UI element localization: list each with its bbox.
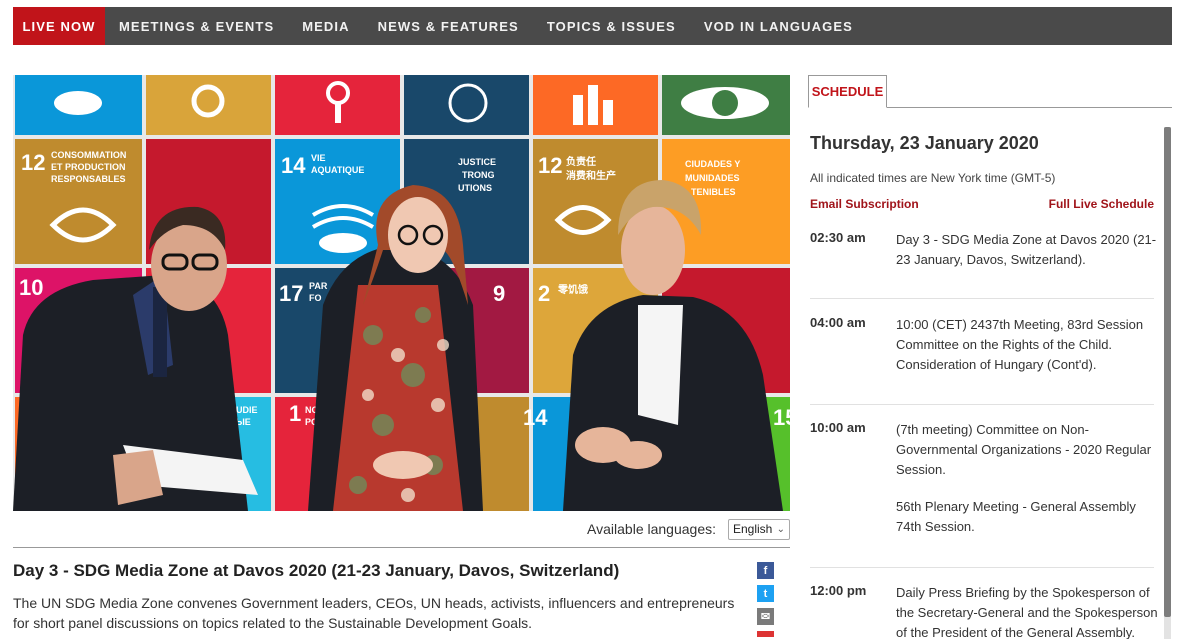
email-subscription-link[interactable]: Email Subscription [810, 197, 919, 211]
full-live-schedule-link[interactable]: Full Live Schedule [1049, 197, 1154, 211]
facebook-icon[interactable]: f [757, 562, 774, 579]
svg-text:AQUATIQUE: AQUATIQUE [311, 165, 364, 175]
schedule-text-secondary: 56th Plenary Meeting - General Assembly … [896, 499, 1136, 534]
svg-text:JUSTICE: JUSTICE [458, 157, 496, 167]
schedule-separator [810, 567, 1154, 568]
svg-text:MUNIDADES: MUNIDADES [685, 173, 740, 183]
svg-text:9: 9 [493, 281, 505, 306]
svg-text:消费和生产: 消费和生产 [566, 169, 616, 182]
tile-number: 12 [21, 150, 45, 175]
schedule-links: Email Subscription Full Live Schedule [810, 197, 1154, 211]
svg-text:10: 10 [19, 275, 43, 300]
more-share-icon[interactable] [757, 631, 774, 637]
tab-schedule[interactable]: SCHEDULE [808, 75, 887, 108]
event-title: Day 3 - SDG Media Zone at Davos 2020 (21… [13, 561, 620, 580]
timezone-note: All indicated times are New York time (G… [810, 171, 1056, 185]
schedule-separator [810, 298, 1154, 299]
svg-text:1: 1 [289, 401, 301, 426]
svg-text:TENIBLES: TENIBLES [691, 187, 736, 197]
svg-text:14: 14 [523, 405, 548, 430]
schedule-text: Daily Press Briefing by the Spokesperson… [896, 585, 1158, 639]
schedule-text: Day 3 - SDG Media Zone at Davos 2020 (21… [896, 232, 1157, 267]
share-bar: f t ✉ [757, 562, 775, 637]
video-player[interactable]: 12 CONSOMMATION ET PRODUCTION RESPONSABL… [13, 75, 790, 511]
language-row: Available languages: English ⌄ [13, 517, 790, 541]
divider [13, 547, 790, 548]
scrollbar-thumb[interactable] [1164, 127, 1171, 617]
svg-text:CONSOMMATION: CONSOMMATION [51, 150, 126, 160]
nav-media[interactable]: MEDIA [288, 7, 363, 45]
nav-meetings-events[interactable]: MEETINGS & EVENTS [105, 7, 288, 45]
svg-text:15: 15 [773, 405, 790, 430]
main-nav: LIVE NOW MEETINGS & EVENTS MEDIA NEWS & … [13, 7, 1172, 45]
svg-text:PAR: PAR [309, 281, 328, 291]
nav-live-now[interactable]: LIVE NOW [13, 7, 105, 45]
svg-text:2: 2 [538, 281, 550, 306]
available-languages-label: Available languages: [587, 521, 716, 537]
schedule-time: 02:30 am [810, 230, 866, 245]
chevron-down-icon: ⌄ [776, 523, 785, 535]
language-selected: English [733, 522, 773, 536]
twitter-icon[interactable]: t [757, 585, 774, 602]
schedule-date: Thursday, 23 January 2020 [810, 133, 1039, 153]
svg-text:VIE: VIE [311, 153, 326, 163]
svg-text:17: 17 [279, 281, 303, 306]
svg-text:12: 12 [538, 153, 562, 178]
event-description: The UN SDG Media Zone convenes Governmen… [13, 595, 735, 631]
schedule-time: 10:00 am [810, 420, 866, 435]
svg-text:FO: FO [309, 293, 322, 303]
svg-text:负责任: 负责任 [566, 155, 596, 168]
schedule-text: (7th meeting) Committee on Non-Governmen… [896, 422, 1152, 477]
nav-vod-languages[interactable]: VOD IN LANGUAGES [690, 7, 867, 45]
svg-text:TRONG: TRONG [462, 170, 495, 180]
svg-text:14: 14 [281, 153, 306, 178]
svg-text:UTIONS: UTIONS [458, 183, 492, 193]
schedule-text: 10:00 (CET) 2437th Meeting, 83rd Session… [896, 317, 1144, 372]
video-frame: 12 CONSOMMATION ET PRODUCTION RESPONSABL… [13, 75, 790, 511]
svg-text:零饥饿: 零饥饿 [557, 283, 588, 296]
svg-text:CIUDADES Y: CIUDADES Y [685, 159, 740, 169]
nav-topics-issues[interactable]: TOPICS & ISSUES [533, 7, 690, 45]
schedule-time: 04:00 am [810, 315, 866, 330]
svg-text:RESPONSABLES: RESPONSABLES [51, 174, 126, 184]
schedule-time: 12:00 pm [810, 583, 867, 598]
schedule-separator [810, 404, 1154, 405]
schedule-scrollbar[interactable] [1164, 127, 1171, 639]
email-icon[interactable]: ✉ [757, 608, 774, 625]
svg-text:ET PRODUCTION: ET PRODUCTION [51, 162, 126, 172]
language-select[interactable]: English ⌄ [728, 518, 790, 540]
nav-news-features[interactable]: NEWS & FEATURES [364, 7, 533, 45]
